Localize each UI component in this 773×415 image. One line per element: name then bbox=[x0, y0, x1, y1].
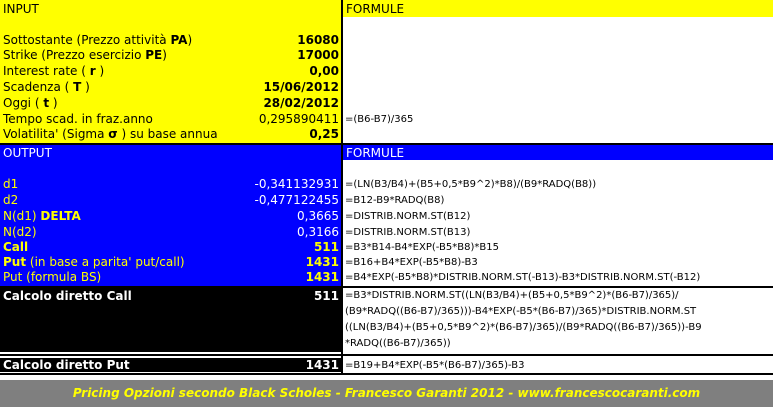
input-row[interactable]: Oggi ( t ) 28/02/2012 bbox=[3, 96, 339, 111]
call-direct-label: Calcolo diretto Call bbox=[3, 289, 132, 303]
put-direct-label: Calcolo diretto Put bbox=[3, 358, 130, 372]
output-row-formula[interactable]: =B16+B4*EXP(-B5*B8)-B3 bbox=[345, 256, 478, 270]
call-direct-formula-4[interactable]: *RADQ((B6-B7)/365)) bbox=[345, 337, 451, 351]
call-direct-formula-1[interactable]: =B3*DISTRIB.NORM.ST((LN(B3/B4)+(B5+0,5*B… bbox=[345, 289, 679, 303]
input-label-symbol: PA bbox=[170, 33, 188, 47]
output-row-value: 0,3166 bbox=[297, 225, 339, 239]
input-header[interactable]: INPUT bbox=[3, 2, 39, 16]
input-label-suffix: ) bbox=[95, 64, 105, 78]
input-row[interactable]: Tempo scad. in fraz.anno 0,295890411 bbox=[3, 112, 339, 127]
input-row-value: 28/02/2012 bbox=[263, 96, 339, 110]
input-row-value: 0,00 bbox=[309, 64, 339, 78]
output-label-bold: DELTA bbox=[40, 209, 81, 223]
output-row-label: Put (in base a parita' put/call) bbox=[3, 255, 185, 270]
footer-banner: Pricing Opzioni secondo Black Scholes - … bbox=[0, 380, 773, 407]
output-row[interactable]: d2 -0,477122455 bbox=[3, 193, 339, 208]
output-row[interactable]: Put (formula BS) 1431 bbox=[3, 270, 339, 285]
divider-input-output bbox=[0, 143, 773, 145]
input-label-text: Strike (Prezzo esercizio bbox=[3, 48, 146, 62]
output-row[interactable]: N(d2) 0,3166 bbox=[3, 225, 339, 240]
output-row-value: 511 bbox=[313, 240, 339, 254]
input-label-text: Interest rate ( bbox=[3, 64, 90, 78]
input-row-label: Volatilita' (Sigma σ ) su base annua bbox=[3, 127, 218, 142]
output-row-label: Put (formula BS) bbox=[3, 270, 101, 285]
input-row-label: Tempo scad. in fraz.anno bbox=[3, 112, 153, 127]
input-row-label: Sottostante (Prezzo attività PA) bbox=[3, 33, 192, 48]
input-label-text: Sottostante (Prezzo attività bbox=[3, 33, 171, 47]
input-label-symbol: PE bbox=[145, 48, 163, 62]
output-row-label: d2 bbox=[3, 193, 18, 208]
output-row-value: 1431 bbox=[305, 270, 339, 284]
input-row-label: Interest rate ( r ) bbox=[3, 64, 104, 79]
input-label-text: Scadenza ( bbox=[3, 80, 74, 94]
divider-put-footer bbox=[0, 373, 773, 375]
input-row-label: Scadenza ( T ) bbox=[3, 80, 90, 95]
input-row[interactable]: Strike (Prezzo esercizio PE) 17000 bbox=[3, 48, 339, 63]
output-label-text: d2 bbox=[3, 193, 19, 207]
output-row[interactable]: d1 -0,341132931 bbox=[3, 177, 339, 192]
call-direct-formula-2[interactable]: (B9*RADQ((B6-B7)/365)))-B4*EXP(-B5*(B6-B… bbox=[345, 305, 696, 319]
call-direct-row[interactable]: Calcolo diretto Call 511 bbox=[3, 289, 339, 304]
output-label-bold: Put bbox=[3, 255, 27, 269]
input-formule-header[interactable]: FORMULE bbox=[346, 2, 404, 16]
call-direct-formula-3[interactable]: ((LN(B3/B4)+(B5+0,5*B9^2)*(B6-B7)/365)/(… bbox=[345, 321, 702, 335]
output-row-label: d1 bbox=[3, 177, 18, 192]
output-formule-header[interactable]: FORMULE bbox=[346, 146, 404, 160]
put-direct-row[interactable]: Calcolo diretto Put 1431 bbox=[3, 358, 339, 372]
output-row-formula[interactable]: =B3*B14-B4*EXP(-B5*B8)*B15 bbox=[345, 241, 499, 255]
input-row[interactable]: Interest rate ( r ) 0,00 bbox=[3, 64, 339, 79]
input-label-suffix: ) bbox=[49, 96, 58, 110]
input-label-symbol: σ bbox=[108, 127, 118, 141]
column-divider bbox=[341, 0, 343, 374]
output-label-bold: Call bbox=[3, 240, 29, 254]
output-row-value: 0,3665 bbox=[297, 209, 339, 223]
output-row-value: 1431 bbox=[305, 255, 339, 269]
input-row[interactable]: Sottostante (Prezzo attività PA) 16080 bbox=[3, 33, 339, 48]
output-label-text: N(d1) bbox=[3, 209, 41, 223]
input-label-suffix: ) bbox=[187, 33, 193, 47]
input-row-label: Strike (Prezzo esercizio PE) bbox=[3, 48, 167, 63]
put-direct-value: 1431 bbox=[305, 358, 339, 372]
input-label-text: Tempo scad. in fraz.anno bbox=[3, 112, 153, 126]
call-direct-value: 511 bbox=[313, 289, 339, 303]
divider-call-put bbox=[0, 354, 773, 356]
input-row-value: 17000 bbox=[297, 48, 339, 62]
output-row-label: Call bbox=[3, 240, 28, 255]
input-row[interactable]: Volatilita' (Sigma σ ) su base annua 0,25 bbox=[3, 127, 339, 142]
output-row-formula[interactable]: =B12-B9*RADQ(B8) bbox=[345, 194, 444, 208]
output-label-text: d1 bbox=[3, 177, 19, 191]
input-label-suffix: ) bbox=[162, 48, 167, 62]
spreadsheet: INPUT FORMULE Sottostante (Prezzo attivi… bbox=[0, 0, 773, 415]
input-row-value: 0,295890411 bbox=[258, 112, 339, 126]
input-row-value: 0,25 bbox=[309, 127, 339, 141]
output-row[interactable]: Put (in base a parita' put/call) 1431 bbox=[3, 255, 339, 270]
input-row[interactable]: Scadenza ( T ) 15/06/2012 bbox=[3, 80, 339, 95]
output-row-label: N(d2) bbox=[3, 225, 37, 240]
output-formule-header-bar bbox=[343, 145, 773, 160]
input-label-suffix: ) su base annua bbox=[117, 127, 218, 141]
output-row[interactable]: N(d1) DELTA 0,3665 bbox=[3, 209, 339, 224]
output-header[interactable]: OUTPUT bbox=[3, 146, 52, 160]
output-row-label: N(d1) DELTA bbox=[3, 209, 81, 224]
output-row-value: -0,341132931 bbox=[254, 177, 340, 191]
divider-output-call bbox=[0, 286, 773, 288]
output-row-formula[interactable]: =DISTRIB.NORM.ST(B12) bbox=[345, 210, 470, 224]
input-formule-header-bar bbox=[343, 0, 773, 17]
output-row-formula[interactable]: =(LN(B3/B4)+(B5+0,5*B9^2)*B8)/(B9*RADQ(B… bbox=[345, 178, 596, 192]
tempo-formula[interactable]: =(B6-B7)/365 bbox=[345, 113, 413, 127]
input-label-text: Volatilita' (Sigma bbox=[3, 127, 109, 141]
output-label-text: (in base a parita' put/call) bbox=[26, 255, 185, 269]
output-row-formula[interactable]: =B4*EXP(-B5*B8)*DISTRIB.NORM.ST(-B13)-B3… bbox=[345, 271, 700, 285]
put-direct-formula[interactable]: =B19+B4*EXP(-B5*(B6-B7)/365)-B3 bbox=[345, 359, 524, 373]
input-label-text: Oggi ( bbox=[3, 96, 44, 110]
output-label-text: Put (formula BS) bbox=[3, 270, 102, 284]
input-row-value: 16080 bbox=[297, 33, 339, 47]
input-row-label: Oggi ( t ) bbox=[3, 96, 58, 111]
output-row-value: -0,477122455 bbox=[254, 193, 340, 207]
output-row[interactable]: Call 511 bbox=[3, 240, 339, 255]
input-label-suffix: ) bbox=[81, 80, 90, 94]
output-row-formula[interactable]: =DISTRIB.NORM.ST(B13) bbox=[345, 226, 470, 240]
input-row-value: 15/06/2012 bbox=[263, 80, 339, 94]
output-label-text: N(d2) bbox=[3, 225, 37, 239]
